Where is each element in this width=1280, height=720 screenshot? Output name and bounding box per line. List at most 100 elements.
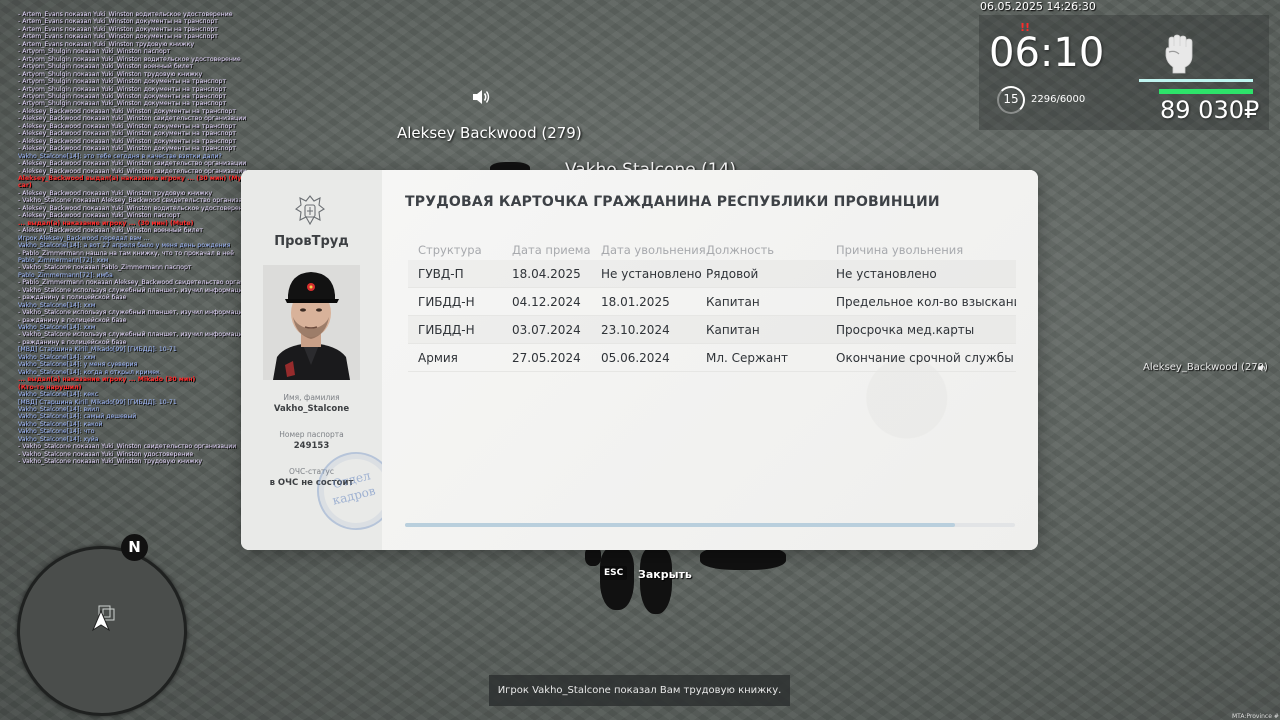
chat-line: ... выдал(а) наказание игроку ... Mikado…	[18, 376, 196, 384]
chat-line: Artyom_Shulgin показал Yuki_Winston доку…	[18, 93, 250, 100]
chat-line: Vakho_Stalcone[14]: у меня суеверия	[18, 361, 138, 369]
chat-line: Artem_Evans показал Yuki_Winston докумен…	[18, 18, 250, 25]
chat-line: Artyom_Shulgin показал Yuki_Winston воен…	[18, 63, 250, 70]
chat-line: (Кто-то нарушил)	[18, 383, 82, 391]
chat-line: Pablo_Zimmermann[72]: имба	[18, 271, 113, 279]
chat-line: ... выдал(а) наказание игроку ... (30 ми…	[18, 219, 194, 227]
cell-dismissal-date: 23.10.2024	[601, 322, 670, 337]
table-body: ГУВД-П 18.04.2025 Не установлено Рядовой…	[408, 260, 1016, 372]
chat-line: Aleksey_Backwood показал Yuki_Winston во…	[18, 227, 250, 234]
column-header: Дата приема	[512, 243, 591, 257]
chat-log: Artem_Evans показал Yuki_Winston водител…	[18, 11, 250, 466]
chat-line: Artyom_Shulgin показал Yuki_Winston доку…	[18, 100, 250, 107]
chat-line: Vakho_Stalcone[14]: ххм	[18, 301, 96, 309]
chat-line: car)	[18, 182, 32, 190]
workbook-modal: ПровТруд Имя, фамилия Vakho_Stalcone Ном…	[241, 170, 1038, 550]
chat-line: Aleksey_Backwood показал Yuki_Winston до…	[18, 138, 250, 145]
hud-datetime: 06.05.2025 14:26:30	[980, 0, 1096, 13]
horizontal-scrollbar[interactable]	[405, 523, 1015, 527]
chat-line: Vakho_Stalcone[14]: кекс	[18, 391, 99, 399]
player-level: 15	[1003, 92, 1019, 106]
chat-line: Vakho_Stalcone используя служебный планш…	[18, 309, 250, 316]
chat-line: ражданину в полицейской базе	[18, 294, 250, 301]
notification-toast: Игрок Vakho_Stalcone показал Вам трудову…	[489, 675, 790, 706]
column-header: Структура	[418, 243, 482, 257]
chat-line: Игрок Aleksey_Backwood передал вам ...	[18, 234, 150, 242]
org-name: ПровТруд	[274, 234, 349, 249]
chat-line: Artyom_Shulgin показал Yuki_Winston доку…	[18, 78, 250, 85]
column-header: Дата увольнения	[601, 243, 706, 257]
cell-structure: ГУВД-П	[418, 266, 464, 281]
cell-dismissal-reason: Окончание срочной службы	[836, 350, 1014, 365]
chat-line: Vakho_Stalcone показал Pablo_Zimmermann …	[18, 264, 250, 271]
scrollbar-thumb[interactable]	[405, 523, 955, 527]
name-label: Имя, фамилия	[283, 393, 340, 402]
chat-line: Vakho_Stalcone[14]: что	[18, 428, 95, 436]
player-nametag: Aleksey_Backwood (279)	[1143, 362, 1268, 373]
minimap-north-indicator: N	[121, 534, 148, 561]
chat-line: [МВД] Старшина Kirill_Mikado[99] [ГИБДД]…	[18, 398, 177, 406]
chat-line: Aleksey_Backwood показал Yuki_Winston св…	[18, 160, 250, 167]
chat-line: Aleksey_Backwood показал Yuki_Winston до…	[18, 108, 250, 115]
coat-of-arms-icon	[295, 195, 325, 226]
chat-line: Aleksey_Backwood показал Yuki_Winston па…	[18, 212, 250, 219]
passport-value: 249153	[293, 441, 330, 451]
chat-line: Pablo_Zimmermann показал Aleksey_Backwoo…	[18, 279, 250, 286]
employment-table: Структура Дата приема Дата увольнения До…	[408, 240, 1016, 372]
passport-label: Номер паспорта	[279, 430, 344, 439]
cell-position: Капитан	[706, 322, 760, 337]
chat-line: Aleksey_Backwood показал Yuki_Winston во…	[18, 205, 250, 212]
speaker-icon	[1258, 364, 1265, 372]
chat-line: Vakho_Stalcone используя служебный планш…	[18, 331, 250, 338]
chat-line: Vakho_Stalcone показал Yuki_Winston труд…	[18, 458, 250, 465]
cell-dismissal-date: 05.06.2024	[601, 350, 670, 365]
close-button[interactable]: Закрыть	[638, 568, 692, 581]
table-row: ГУВД-П 18.04.2025 Не установлено Рядовой…	[408, 260, 1016, 288]
chat-line: Vakho_Stalcone[14]: это тебе сегодня в к…	[18, 152, 222, 160]
table-row: ГИБДД-Н 04.12.2024 18.01.2025 Капитан Пр…	[408, 288, 1016, 316]
cell-position: Рядовой	[706, 266, 759, 281]
cell-structure: ГИБДД-Н	[418, 294, 475, 309]
chat-line: Vakho_Stalcone показал Yuki_Winston удос…	[18, 451, 250, 458]
workbook-title: ТРУДОВАЯ КАРТОЧКА ГРАЖДАНИНА РЕСПУБЛИКИ …	[405, 194, 940, 210]
chat-line: Aleksey_Backwood показал Yuki_Winston тр…	[18, 190, 250, 197]
chat-line: Artem_Evans показал Yuki_Winston водител…	[18, 11, 250, 18]
citizen-photo	[263, 265, 360, 380]
chat-line: Vakho_Stalcone[14]: самый дешевый	[18, 413, 137, 421]
chat-line: Aleksey_Backwood выдал(а) наказание игро…	[18, 174, 250, 182]
chat-line: Vakho_Stalcone[14]: какой	[18, 420, 103, 428]
chat-line: Vakho_Stalcone[14]: хуйа	[18, 435, 99, 443]
chat-line: Artyom_Shulgin показал Yuki_Winston пасп…	[18, 48, 250, 55]
chat-line: Artyom_Shulgin показал Yuki_Winston води…	[18, 56, 250, 63]
chat-line: Vakho_Stalcone[14]: ххм	[18, 324, 96, 332]
chat-line: Aleksey_Backwood показал Yuki_Winston св…	[18, 115, 250, 122]
chat-line: Aleksey_Backwood показал Yuki_Winston до…	[18, 123, 250, 130]
cell-dismissal-reason: Просрочка мед.карты	[836, 322, 975, 337]
chat-line: Artem_Evans показал Yuki_Winston трудову…	[18, 41, 250, 48]
cell-structure: ГИБДД-Н	[418, 322, 475, 337]
chat-line: Artyom_Shulgin показал Yuki_Winston труд…	[18, 71, 250, 78]
cell-dismissal-date: 18.01.2025	[601, 294, 670, 309]
chat-line: ражданину в полицейской базе	[18, 339, 250, 346]
chat-line: Aleksey_Backwood показал Yuki_Winston до…	[18, 145, 250, 152]
fist-icon	[1165, 34, 1193, 74]
server-watermark: MTA:Province #	[1232, 713, 1279, 720]
chat-line: Vakho_Stalcone показал Aleksey_Backwood …	[18, 197, 250, 204]
chat-line: [МВД] Старшина Kirill_Mikado[99] [ГИБДД]…	[18, 346, 177, 354]
chat-line: Vakho_Stalcone[14]: ххм	[18, 353, 96, 361]
chat-line: Artyom_Shulgin показал Yuki_Winston доку…	[18, 86, 250, 93]
cell-dismissal-reason: Не установлено	[836, 266, 937, 281]
table-header: Структура Дата приема Дата увольнения До…	[408, 240, 1016, 260]
esc-key-hint[interactable]: ESC	[600, 566, 628, 580]
player-exp: 2296/6000	[1031, 94, 1086, 105]
cell-position: Капитан	[706, 294, 760, 309]
cell-hire-date: 18.04.2025	[512, 266, 581, 281]
column-header: Причина увольнения	[836, 243, 964, 257]
chat-line: Pablo_Zimmermann[72]: ххм	[18, 256, 109, 264]
cell-hire-date: 04.12.2024	[512, 294, 581, 309]
chat-line: ражданину в полицейской базе	[18, 317, 250, 324]
workbook-sidebar: ПровТруд Имя, фамилия Vakho_Stalcone Ном…	[241, 170, 404, 550]
cell-dismissal-reason: Предельное кол-во взысканий	[836, 294, 1016, 309]
player-character-legs	[640, 548, 672, 614]
chat-line: Vakho_Stalcone[14]: виил	[18, 406, 100, 414]
